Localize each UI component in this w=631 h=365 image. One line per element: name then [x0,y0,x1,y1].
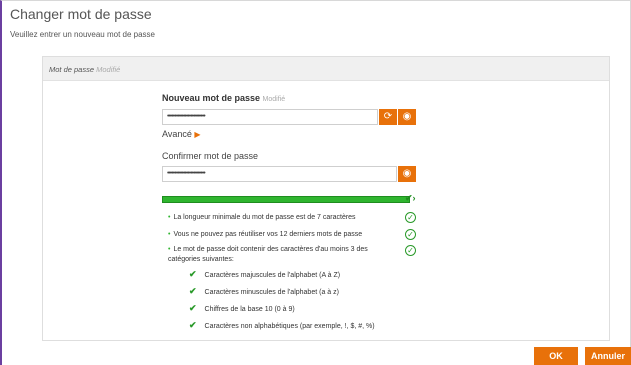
panel-header-label: Mot de passe [49,65,95,74]
cancel-button[interactable]: Annuler [585,347,631,365]
strength-check-icon: ✔› [405,193,416,203]
password-panel: Mot de passe Modifié Nouveau mot de pass… [42,56,610,341]
category-item: ✔ Chiffres de la base 10 (0 à 9) [189,303,295,313]
eye-icon: ◉ [402,111,412,122]
confirm-password-input[interactable]: •••••••••••••••••••••••••• [162,166,397,182]
panel-header: Mot de passe Modifié [43,57,609,81]
show-confirm-password-button[interactable]: ◉ [398,166,416,182]
checkmark-icon: ✔ [189,269,197,279]
regenerate-password-button[interactable]: ⟳ [379,109,397,125]
rule-text: Vous ne pouvez pas réutiliser vos 12 der… [173,231,363,238]
rule-text: Le mot de passe doit contenir des caract… [168,246,368,263]
category-item: ✔ Caractères minuscules de l'alphabet (a … [189,286,339,296]
eye-icon: ◉ [402,168,412,179]
rule-text: La longueur minimale du mot de passe est… [173,214,356,221]
checkmark-icon: ✔ [189,286,197,296]
triangle-right-icon: ▶ [194,130,201,139]
new-password-input[interactable]: •••••••••••••••••••••••••• [162,109,378,125]
show-new-password-button[interactable]: ◉ [398,109,416,125]
panel-header-status: Modifié [96,65,121,74]
check-circle-icon: ✓ [405,212,416,223]
category-item: ✔ Caractères majuscules de l'alphabet (A … [189,269,341,279]
new-password-label-text: Nouveau mot de passe [162,93,261,103]
confirm-password-label: Confirmer mot de passe [162,151,259,161]
ok-button[interactable]: OK [534,347,578,365]
advanced-label: Avancé [162,129,192,139]
strength-meter [162,196,410,203]
refresh-icon: ⟳ [383,111,393,122]
dialog-subtitle: Veuillez entrer un nouveau mot de passe [10,30,155,39]
category-item: ✔ Caractères non alphabétiques (par exemp… [189,320,375,330]
checkmark-icon: ✔ [189,320,197,330]
check-circle-icon: ✓ [405,245,416,256]
checkmark-icon: ✔ [189,303,197,313]
advanced-toggle[interactable]: Avancé ▶ [162,129,201,139]
check-circle-icon: ✓ [405,229,416,240]
rule-item: • Vous ne pouvez pas réutiliser vos 12 de… [168,231,363,238]
rule-item: • Le mot de passe doit contenir des carac… [168,246,368,263]
new-password-status: Modifié [262,96,286,103]
dialog-title: Changer mot de passe [10,6,152,22]
rule-item: • La longueur minimale du mot de passe es… [168,214,356,221]
new-password-label: Nouveau mot de passe Modifié [162,93,285,103]
